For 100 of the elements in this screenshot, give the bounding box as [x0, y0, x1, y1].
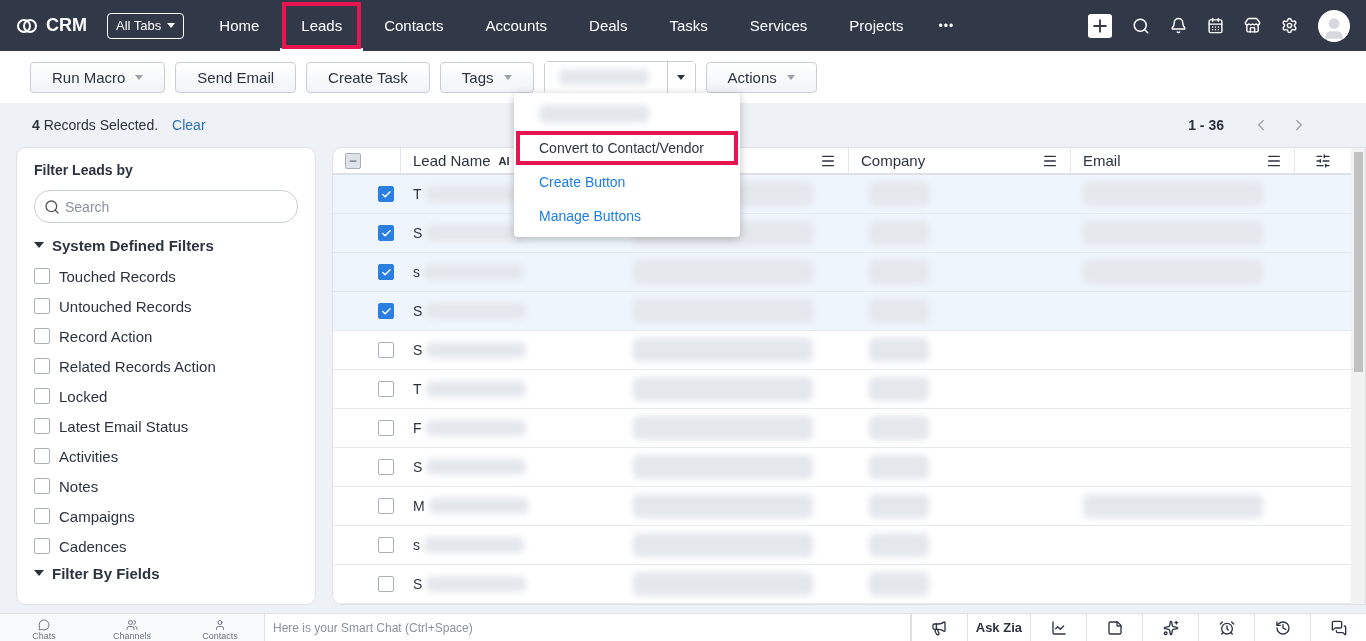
settings-icon[interactable]	[1281, 17, 1298, 34]
blurred-text	[869, 494, 929, 518]
history-icon	[1274, 619, 1291, 636]
all-tabs-button[interactable]: All Tabs	[107, 12, 185, 39]
checkbox[interactable]	[34, 268, 50, 284]
lead-name-cell: s	[413, 264, 420, 280]
checkbox[interactable]	[34, 418, 50, 434]
row-checkbox[interactable]	[378, 264, 394, 280]
bell-icon[interactable]	[1170, 17, 1187, 34]
record-range: 1 - 36	[1188, 117, 1224, 133]
nav-tab[interactable]: Leads	[280, 0, 364, 51]
smart-chat-field[interactable]: Here is your Smart Chat (Ctrl+Space)	[264, 614, 911, 641]
menu-item[interactable]: Convert to Contact/Vendor	[516, 131, 738, 165]
brand-name: CRM	[46, 15, 87, 36]
nav-tab[interactable]: Projects	[828, 0, 925, 51]
table-row[interactable]: S	[333, 292, 1351, 331]
nav-tab[interactable]: Deals	[568, 0, 649, 51]
blurred-text	[869, 455, 929, 479]
checkbox[interactable]	[34, 358, 50, 374]
chat-app-button[interactable]: Contacts	[176, 614, 264, 641]
column-settings-icon[interactable]	[1315, 152, 1331, 169]
toolbar-button[interactable]: Actions	[705, 61, 817, 93]
lead-name-cell: M	[413, 498, 425, 514]
chat-bubble-icon	[38, 619, 50, 631]
column-tag: Al	[498, 154, 510, 167]
filter-section-header[interactable]: System Defined Filters	[34, 233, 214, 257]
toolbar-button[interactable]: Tags	[439, 61, 534, 93]
lead-name-cell: S	[413, 342, 423, 358]
filter-section-header[interactable]: Filter By Fields	[34, 561, 160, 585]
row-checkbox[interactable]	[378, 381, 394, 397]
tool-button[interactable]	[1086, 614, 1142, 641]
store-icon[interactable]	[1244, 17, 1261, 34]
nav-tab[interactable]: Services	[728, 0, 829, 51]
megaphone-icon	[931, 619, 948, 636]
lead-name-cell: s	[413, 537, 420, 553]
nav-tab[interactable]: Home	[198, 0, 281, 51]
lead-name-cell: S	[413, 459, 423, 475]
filter-label: Latest Email Status	[59, 417, 189, 435]
checkbox[interactable]	[34, 508, 50, 524]
scrollbar[interactable]	[1351, 148, 1365, 604]
alarm-clock-icon	[1218, 619, 1235, 636]
tool-button[interactable]	[1142, 614, 1198, 641]
checkbox[interactable]	[34, 388, 50, 404]
row-checkbox[interactable]	[378, 537, 394, 553]
more-tabs[interactable]: •••	[938, 18, 955, 33]
filter-label: Activities	[59, 447, 119, 465]
avatar[interactable]	[1318, 9, 1350, 42]
checkbox[interactable]	[34, 328, 50, 344]
search-icon[interactable]	[1132, 16, 1150, 35]
row-checkbox[interactable]	[378, 186, 394, 202]
split-caret-button[interactable]	[666, 61, 695, 93]
tool-button[interactable]	[1310, 614, 1366, 641]
person-icon	[214, 619, 226, 631]
filter-label: Cadences	[59, 537, 127, 555]
blurred-text	[869, 416, 929, 440]
filter-label: Campaigns	[59, 507, 135, 525]
filter-title: Filter Leads by	[34, 162, 134, 178]
chat-app-button[interactable]: Chats	[0, 614, 88, 641]
group-icon	[126, 619, 138, 631]
nav-tab[interactable]: Contacts	[363, 0, 465, 51]
checkbox[interactable]	[34, 298, 50, 314]
toolbar-button[interactable]: Run Macro	[30, 61, 166, 93]
crm-logo-icon	[16, 16, 38, 35]
blurred-text	[869, 338, 929, 362]
create-button[interactable]	[1088, 13, 1112, 38]
blurred-text	[869, 377, 929, 401]
checkbox[interactable]	[34, 478, 50, 494]
tool-button[interactable]	[910, 614, 967, 641]
checkbox[interactable]	[34, 448, 50, 464]
select-all-checkbox[interactable]	[345, 152, 361, 169]
search-icon	[44, 199, 60, 215]
row-checkbox[interactable]	[378, 225, 394, 241]
lead-name-cell: F	[413, 420, 422, 436]
calendar-icon[interactable]	[1207, 17, 1224, 34]
tool-button[interactable]	[1254, 614, 1310, 641]
nav-tab[interactable]: Accounts	[464, 0, 569, 51]
row-checkbox[interactable]	[378, 342, 394, 358]
lead-name-cell: T	[413, 186, 422, 202]
lead-name-cell: S	[413, 225, 423, 241]
clear-link[interactable]: Clear	[172, 117, 206, 133]
filter-search-field[interactable]: Search	[34, 190, 298, 223]
row-checkbox[interactable]	[378, 303, 394, 319]
blurred-text	[869, 572, 929, 596]
table-row[interactable]: s	[333, 253, 1351, 292]
checkbox[interactable]	[34, 538, 50, 554]
check-icon	[380, 227, 392, 239]
chat-app-button[interactable]: Channels	[88, 614, 176, 641]
nav-tab[interactable]: Tasks	[648, 0, 729, 51]
tool-button[interactable]	[1198, 614, 1254, 641]
toolbar-button[interactable]: Send Email	[175, 61, 297, 93]
ask-zia-button[interactable]: Ask Zia	[966, 614, 1030, 641]
tool-button[interactable]	[1030, 614, 1086, 641]
row-checkbox[interactable]	[378, 498, 394, 514]
lead-name-cell: T	[413, 381, 422, 397]
row-checkbox[interactable]	[378, 576, 394, 592]
filter-label: Record Action	[59, 327, 153, 345]
toolbar-button[interactable]: Create Task	[306, 61, 430, 93]
note-icon	[1106, 619, 1123, 636]
row-checkbox[interactable]	[378, 459, 394, 475]
row-checkbox[interactable]	[378, 420, 394, 436]
